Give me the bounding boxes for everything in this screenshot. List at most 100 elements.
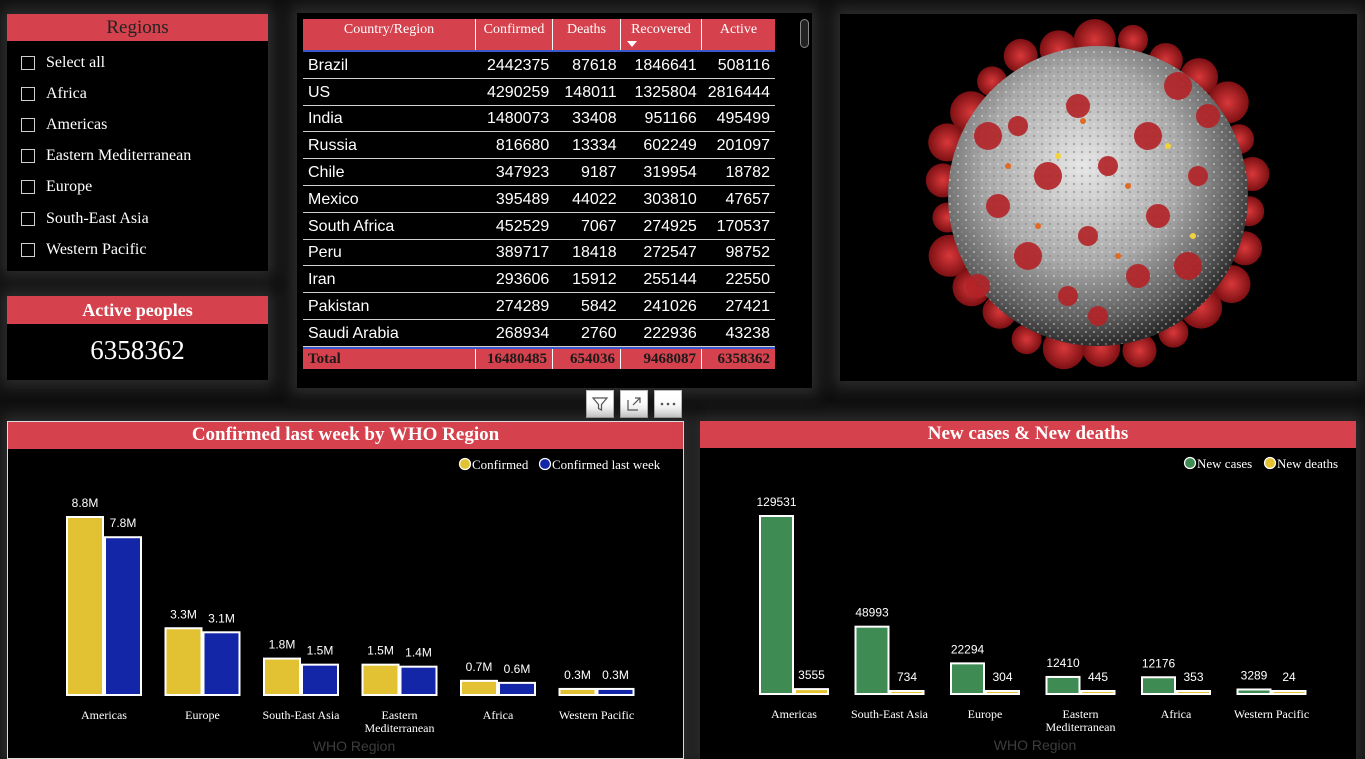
regions-slicer-list: Select all Africa Americas Eastern Medit… — [7, 47, 268, 265]
value-cell: 27421 — [725, 297, 770, 315]
data-label: 1.8M — [269, 638, 296, 652]
total-confirmed: 16480485 — [475, 349, 552, 369]
total-label: Total — [308, 351, 341, 367]
checkbox[interactable] — [21, 211, 35, 226]
slicer-item-western-pacific[interactable]: Western Pacific — [7, 234, 268, 265]
table-row[interactable]: Peru 389717 18418 272547 98752 — [303, 240, 775, 267]
checkbox[interactable] — [21, 117, 35, 132]
legend-label: New deaths — [1277, 456, 1338, 471]
data-label: 22294 — [951, 642, 985, 656]
table-row[interactable]: US 4290259 148011 1325804 2816444 — [303, 79, 775, 106]
data-label: 8.8M — [72, 496, 99, 510]
focus-mode-icon[interactable] — [620, 390, 648, 418]
table-row[interactable]: Saudi Arabia 268934 2760 222936 43238 — [303, 320, 775, 347]
checkbox[interactable] — [21, 180, 35, 195]
value-cell: 272547 — [643, 244, 697, 262]
slicer-item-south-east-asia[interactable]: South-East Asia — [7, 203, 268, 234]
slicer-item-select-all[interactable]: Select all — [7, 47, 268, 78]
value-cell: 9187 — [581, 163, 617, 181]
data-label: 0.6M — [504, 662, 531, 676]
bar — [1080, 690, 1116, 695]
category-label: South-East Asia — [263, 708, 341, 722]
data-label: 0.3M — [602, 668, 629, 682]
legend-label: New cases — [1197, 456, 1252, 471]
country-cell: Chile — [308, 163, 345, 181]
value-cell: 7067 — [581, 217, 617, 235]
value-cell: 274289 — [495, 297, 550, 315]
value-cell: 44022 — [572, 190, 617, 208]
bar — [202, 631, 241, 696]
bar — [1045, 675, 1081, 695]
table-row[interactable]: South Africa 452529 7067 274925 170537 — [303, 213, 775, 240]
column-header-confirmed[interactable]: Confirmed — [475, 19, 552, 50]
data-label: 3289 — [1241, 668, 1268, 682]
slicer-item-label: Europe — [46, 178, 93, 196]
table-scrollbar[interactable] — [800, 19, 809, 384]
slicer-item-label: South-East Asia — [46, 209, 149, 227]
slicer-item-label: Western Pacific — [46, 240, 147, 258]
total-recovered: 9468087 — [620, 349, 701, 369]
value-cell: 951166 — [644, 110, 697, 128]
more-options-icon[interactable] — [654, 390, 682, 418]
slicer-item-americas[interactable]: Americas — [7, 109, 268, 140]
country-cell: Mexico — [308, 190, 359, 208]
x-axis-title: WHO Region — [994, 737, 1076, 753]
value-cell: 395489 — [495, 190, 550, 208]
table-row[interactable]: Chile 347923 9187 319954 18782 — [303, 159, 775, 186]
table-row[interactable]: Pakistan 274289 5842 241026 27421 — [303, 293, 775, 320]
table-row[interactable]: Mexico 395489 44022 303810 47657 — [303, 186, 775, 213]
checkbox[interactable] — [21, 149, 35, 164]
table-row[interactable]: Iran 293606 15912 255144 22550 — [303, 266, 775, 294]
data-label: 12176 — [1142, 656, 1176, 670]
legend-marker — [458, 457, 472, 471]
data-label: 1.4M — [405, 646, 432, 660]
checkbox[interactable] — [21, 242, 35, 257]
slicer-item-europe[interactable]: Europe — [7, 172, 268, 203]
scrollbar-thumb[interactable] — [800, 19, 809, 48]
country-cell: Brazil — [308, 56, 349, 74]
value-cell: 1325804 — [634, 83, 697, 101]
value-cell: 5842 — [581, 297, 617, 315]
bar — [854, 625, 890, 696]
data-label: 7.8M — [110, 516, 137, 530]
value-cell: 255144 — [643, 271, 697, 289]
column-header-deaths[interactable]: Deaths — [552, 19, 620, 50]
category-label: Eastern Mediterranean — [365, 708, 435, 735]
regions-slicer-title: Regions — [7, 14, 268, 41]
table-row[interactable]: India 1480073 33408 951166 495499 — [303, 106, 775, 133]
table-row[interactable]: Russia 816680 13334 602249 201097 — [303, 132, 775, 160]
total-deaths: 654036 — [552, 349, 620, 369]
value-cell: 2816444 — [707, 83, 770, 101]
value-cell: 87618 — [572, 56, 617, 74]
bar — [164, 627, 203, 696]
bar — [104, 536, 142, 696]
data-label: 24 — [1282, 670, 1296, 684]
value-cell: 170537 — [716, 217, 770, 235]
value-cell: 148011 — [564, 83, 617, 101]
slicer-item-eastern-mediterranean[interactable]: Eastern Mediterranean — [7, 141, 268, 172]
bar — [759, 515, 794, 695]
value-cell: 22550 — [725, 271, 770, 289]
bar — [460, 679, 498, 697]
checkbox[interactable] — [21, 55, 35, 70]
column-header-country[interactable]: Country/Region — [303, 19, 475, 50]
value-cell: 303810 — [643, 190, 697, 208]
bar — [1141, 676, 1176, 696]
category-label: South-East Asia — [851, 707, 929, 721]
table-total-row: Total 16480485 654036 9468087 6358362 — [303, 347, 775, 369]
country-cell: Peru — [308, 244, 342, 262]
bar — [66, 516, 104, 696]
filter-icon[interactable] — [586, 390, 614, 418]
bar — [1236, 688, 1272, 696]
table-row[interactable]: Brazil 2442375 87618 1846641 508116 — [303, 52, 775, 79]
column-header-active[interactable]: Active — [701, 19, 775, 50]
bar — [596, 687, 635, 697]
slicer-item-africa[interactable]: Africa — [7, 78, 268, 109]
total-active: 6358362 — [701, 349, 775, 369]
checkbox[interactable] — [21, 86, 35, 101]
regions-slicer: Regions Select all Africa Americas Easte… — [7, 14, 268, 271]
bar — [1176, 690, 1211, 695]
slicer-item-label: Select all — [46, 53, 106, 71]
column-header-recovered[interactable]: Recovered — [620, 19, 701, 50]
legend-label: Confirmed — [472, 457, 529, 472]
